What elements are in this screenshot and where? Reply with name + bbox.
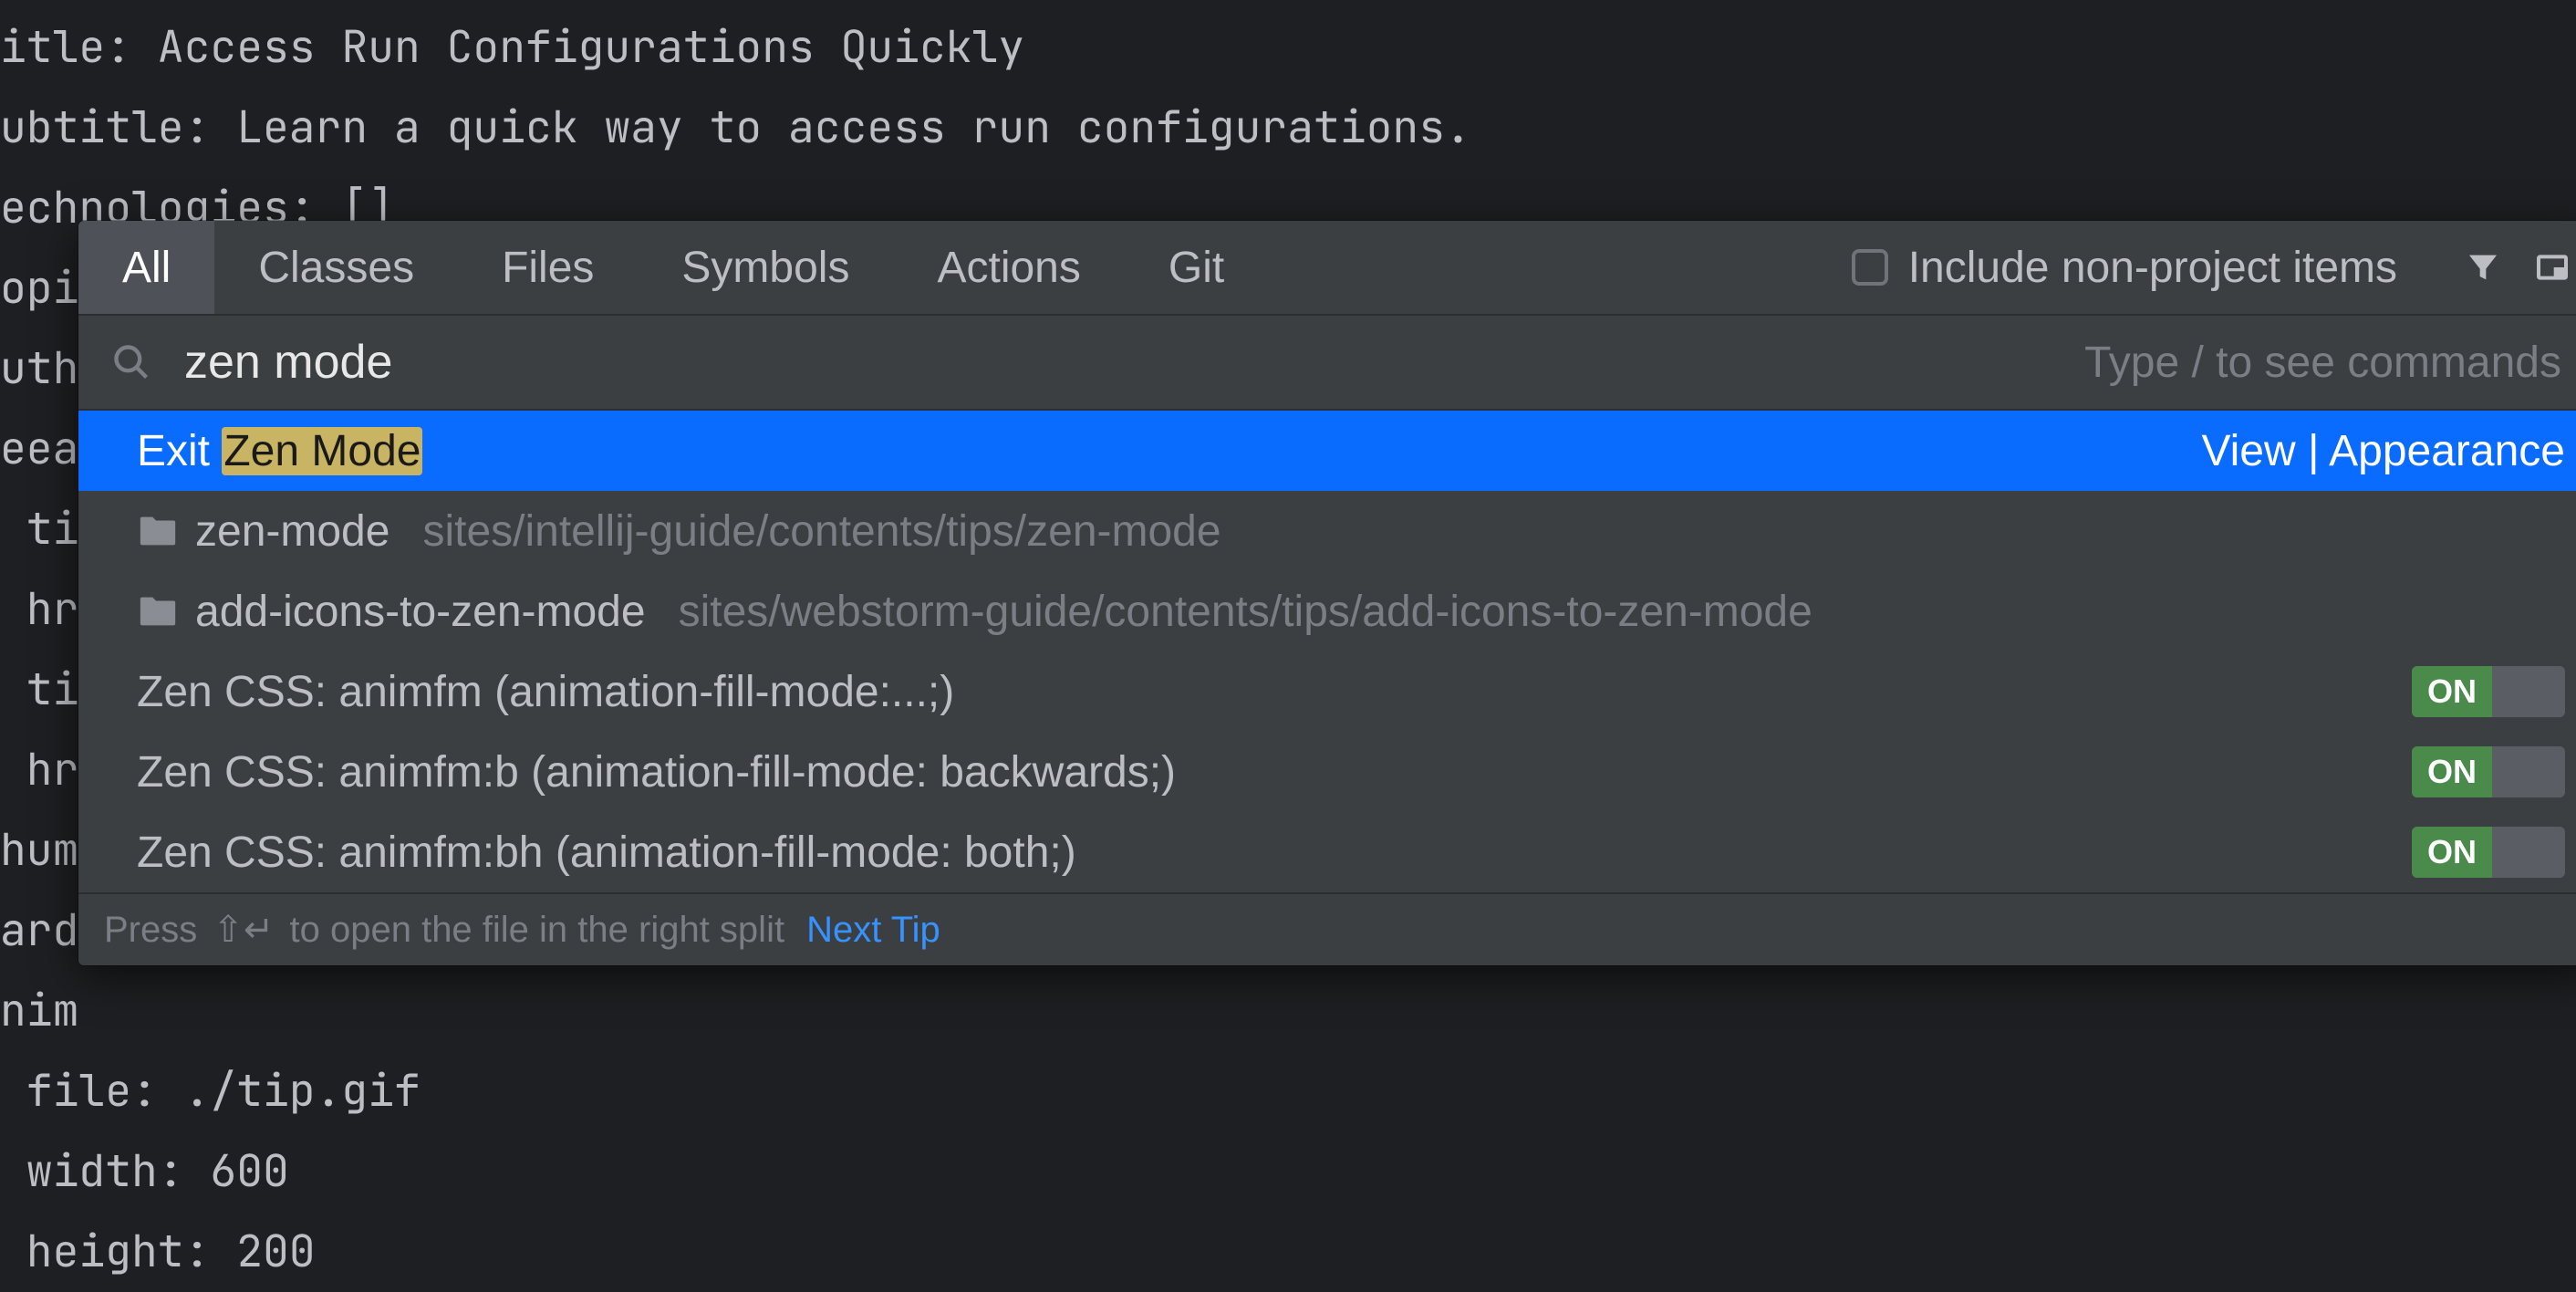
editor-line: ubtitle: Learn a quick way to access run… bbox=[0, 88, 2576, 168]
shortcut-keys: ⇧↵ bbox=[207, 909, 279, 951]
include-non-project-items[interactable]: Include non-project items bbox=[1852, 243, 2397, 293]
tab-git[interactable]: Git bbox=[1125, 221, 1268, 314]
result-main: add-icons-to-zen-mode sites/webstorm-guid… bbox=[137, 587, 2565, 637]
editor-line: width: 600 bbox=[0, 1131, 2576, 1212]
result-action-label: Exit Zen Mode bbox=[137, 426, 422, 476]
result-row[interactable]: Zen CSS: animfm (animation-fill-mode:...… bbox=[78, 651, 2576, 732]
footer-hint: Press ⇧↵ to open the file in the right s… bbox=[104, 909, 784, 951]
editor-line: nim bbox=[0, 971, 2576, 1051]
result-main: Zen CSS: animfm:bh (animation-fill-mode:… bbox=[137, 828, 2412, 878]
toggle-switch[interactable]: ON bbox=[2412, 666, 2565, 717]
include-checkbox-icon[interactable] bbox=[1852, 249, 1888, 286]
result-folder-name: add-icons-to-zen-mode bbox=[195, 587, 646, 637]
search-footer: Press ⇧↵ to open the file in the right s… bbox=[78, 892, 2576, 965]
result-main: Zen CSS: animfm (animation-fill-mode:...… bbox=[137, 667, 2412, 717]
editor-line: file: ./tip.gif bbox=[0, 1051, 2576, 1131]
result-toggle-label: Zen CSS: animfm:bh (animation-fill-mode:… bbox=[137, 828, 1076, 878]
result-row[interactable]: add-icons-to-zen-mode sites/webstorm-guid… bbox=[78, 571, 2576, 651]
search-everywhere-popup: AllClassesFilesSymbolsActionsGit Include… bbox=[78, 221, 2576, 965]
toggle-on-label: ON bbox=[2412, 827, 2492, 878]
result-main: Exit Zen Mode bbox=[137, 426, 2201, 476]
search-icon bbox=[111, 342, 151, 382]
result-main: zen-mode sites/intellij-guide/contents/ti… bbox=[137, 506, 2565, 557]
tab-classes[interactable]: Classes bbox=[214, 221, 458, 314]
toggle-switch[interactable]: ON bbox=[2412, 827, 2565, 878]
tab-symbols[interactable]: Symbols bbox=[638, 221, 893, 314]
toggle-on-label: ON bbox=[2412, 666, 2492, 717]
search-input[interactable] bbox=[184, 335, 2084, 390]
result-folder-path: sites/webstorm-guide/contents/tips/add-i… bbox=[679, 587, 1813, 637]
editor-line: itle: Access Run Configurations Quickly bbox=[0, 7, 2576, 88]
result-row[interactable]: zen-mode sites/intellij-guide/contents/ti… bbox=[78, 491, 2576, 571]
result-folder-path: sites/intellij-guide/contents/tips/zen-m… bbox=[422, 506, 1220, 557]
search-input-row: Type / to see commands bbox=[78, 316, 2576, 411]
tab-actions[interactable]: Actions bbox=[893, 221, 1124, 314]
folder-icon bbox=[137, 593, 179, 630]
result-toggle-label: Zen CSS: animfm (animation-fill-mode:...… bbox=[137, 667, 954, 717]
result-row[interactable]: Zen CSS: animfm:b (animation-fill-mode: … bbox=[78, 732, 2576, 812]
tab-all[interactable]: All bbox=[78, 221, 214, 314]
result-main: Zen CSS: animfm:b (animation-fill-mode: … bbox=[137, 747, 2412, 797]
filter-icon[interactable] bbox=[2463, 247, 2503, 287]
next-tip-link[interactable]: Next Tip bbox=[806, 910, 940, 951]
tab-files[interactable]: Files bbox=[458, 221, 638, 314]
toggle-switch[interactable]: ON bbox=[2412, 746, 2565, 797]
toggle-on-label: ON bbox=[2412, 746, 2492, 797]
open-in-new-window-icon[interactable] bbox=[2532, 247, 2572, 287]
result-toggle-label: Zen CSS: animfm:b (animation-fill-mode: … bbox=[137, 747, 1176, 797]
result-row[interactable]: Exit Zen Mode View | Appearance bbox=[78, 411, 2576, 491]
editor-line: height: 200 bbox=[0, 1212, 2576, 1292]
result-location: View | Appearance bbox=[2201, 426, 2565, 476]
result-row[interactable]: Zen CSS: animfm:bh (animation-fill-mode:… bbox=[78, 812, 2576, 892]
search-tabs-row: AllClassesFilesSymbolsActionsGit Include… bbox=[78, 221, 2576, 316]
folder-icon bbox=[137, 513, 179, 549]
search-results: Exit Zen Mode View | Appearance zen-mode si… bbox=[78, 411, 2576, 892]
result-folder-name: zen-mode bbox=[195, 506, 390, 557]
include-label: Include non-project items bbox=[1908, 243, 2397, 293]
search-hint: Type / to see commands bbox=[2084, 338, 2561, 388]
